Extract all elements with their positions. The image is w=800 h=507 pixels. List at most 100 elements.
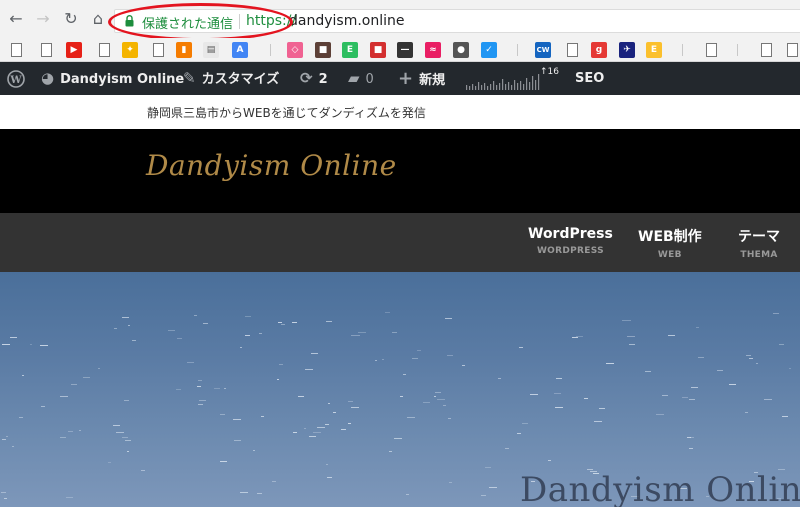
water-sparkle (124, 439, 131, 441)
page-icon[interactable] (96, 42, 112, 58)
page-icon[interactable] (8, 42, 24, 58)
water-sparkle (317, 426, 325, 428)
water-sparkle (107, 462, 112, 464)
nav-item-sub: WORDPRESS (536, 246, 604, 256)
forward-arrow-icon[interactable]: → (34, 10, 52, 28)
nav-item-web[interactable]: WEB制作 WEB (638, 226, 702, 260)
panda-icon[interactable]: ● (453, 42, 469, 58)
water-sparkle (553, 393, 562, 395)
water-sparkle (446, 355, 454, 357)
water-sparkle (115, 432, 125, 434)
seo-label: SEO (575, 71, 605, 86)
water-sparkle (59, 395, 69, 397)
water-sparkle (423, 401, 430, 403)
nav-item-label: WordPress (528, 226, 613, 242)
water-sparkle (384, 312, 391, 314)
nav-item-wordpress[interactable]: WordPress WORDPRESS (528, 226, 613, 256)
page-icon[interactable] (784, 42, 800, 58)
slides-icon[interactable]: ▤ (203, 42, 219, 58)
water-sparkle (392, 332, 398, 334)
analytics-icon[interactable]: ▮ (176, 42, 192, 58)
airline-icon[interactable]: ✈ (619, 42, 635, 58)
page-icon[interactable] (758, 42, 774, 58)
page-icon[interactable] (564, 42, 580, 58)
water-sparkle (555, 377, 562, 379)
water-sparkle (292, 431, 297, 433)
plus-icon: + (398, 68, 414, 89)
site-name-menu[interactable]: ◕ Dandyism Online (41, 62, 184, 95)
nav-item-thema[interactable]: テーマ THEMA (738, 226, 780, 260)
water-sparkle (11, 445, 15, 447)
water-sparkle (4, 498, 7, 499)
water-sparkle (498, 377, 501, 379)
google-photos-icon[interactable]: ✦ (122, 42, 138, 58)
stats-sparkline[interactable] (465, 70, 540, 90)
water-sparkle (10, 337, 18, 339)
water-sparkle (261, 415, 265, 417)
water-sparkle (406, 494, 409, 496)
water-sparkle (571, 337, 579, 339)
water-sparkle (197, 385, 202, 387)
site-logo[interactable]: Dandyism Online (146, 149, 397, 182)
secure-connection-label[interactable]: 保護された通信 (142, 13, 233, 32)
water-sparkle (244, 315, 252, 317)
water-sparkle (698, 357, 704, 359)
water-sparkle (350, 407, 359, 409)
updates-icon: ⟳ (300, 69, 313, 87)
water-sparkle (78, 429, 82, 431)
swirl-icon[interactable]: ≈ (425, 42, 441, 58)
gunosy-icon[interactable]: g (591, 42, 607, 58)
water-sparkle (276, 378, 280, 380)
updates-menu[interactable]: ⟳ 2 (300, 62, 328, 95)
global-nav: WordPress WORDPRESS WEB制作 WEB テーマ THEMA (0, 213, 800, 272)
water-sparkle (123, 399, 130, 401)
water-sparkle (374, 360, 378, 362)
water-sparkle (121, 437, 129, 439)
water-sparkle (529, 394, 539, 396)
water-sparkle (575, 336, 584, 338)
seo-menu[interactable]: SEO (575, 62, 604, 95)
dashboard-gauge-icon: ◕ (41, 69, 55, 87)
water-sparkle (297, 395, 304, 397)
water-sparkle (19, 417, 24, 419)
pink-app-icon[interactable]: ◇ (287, 42, 303, 58)
new-content-menu[interactable]: + 新規 (398, 62, 445, 95)
updates-count: 2 (318, 72, 328, 87)
customize-menu[interactable]: ✎ カスタマイズ (183, 62, 279, 95)
water-sparkle (489, 486, 497, 488)
water-sparkle (291, 321, 297, 323)
address-bar[interactable]: 保護された通信 https:// dandyism.online (114, 9, 800, 33)
wordpress-logo-icon[interactable]: W (7, 62, 25, 95)
comment-bubble-icon: ▰ (348, 69, 360, 87)
water-sparkle (728, 383, 736, 385)
crowdworks-icon[interactable]: CW (535, 42, 551, 58)
page-icon[interactable] (703, 42, 719, 58)
water-sparkle (2, 439, 6, 441)
water-sparkle (224, 387, 227, 389)
water-sparkle (755, 362, 758, 364)
comments-menu[interactable]: ▰ 0 (348, 62, 374, 95)
adwords-icon[interactable]: A (232, 42, 248, 58)
water-sparkle (605, 363, 614, 365)
red-app-icon[interactable]: ■ (370, 42, 386, 58)
water-sparkle (327, 402, 330, 404)
dark-app-icon[interactable]: — (397, 42, 413, 58)
app-dark-icon[interactable]: ■ (315, 42, 331, 58)
svg-text:W: W (9, 75, 22, 86)
customize-label: カスタマイズ (201, 72, 280, 87)
page-icon[interactable] (150, 42, 166, 58)
calendar-icon[interactable]: ✓ (481, 42, 497, 58)
water-sparkle (313, 432, 321, 434)
home-icon[interactable]: ⌂ (89, 10, 107, 28)
back-arrow-icon[interactable]: ← (7, 10, 25, 28)
page-icon[interactable] (38, 42, 54, 58)
water-sparkle (240, 347, 243, 349)
youtube-icon[interactable]: ▶ (66, 42, 82, 58)
evernote-icon[interactable]: E (342, 42, 358, 58)
water-sparkle (388, 451, 393, 453)
water-sparkle (39, 345, 49, 347)
water-sparkle (176, 388, 182, 390)
reload-icon[interactable]: ↻ (62, 10, 80, 28)
expedia-icon[interactable]: E (646, 42, 662, 58)
water-sparkle (667, 334, 676, 336)
